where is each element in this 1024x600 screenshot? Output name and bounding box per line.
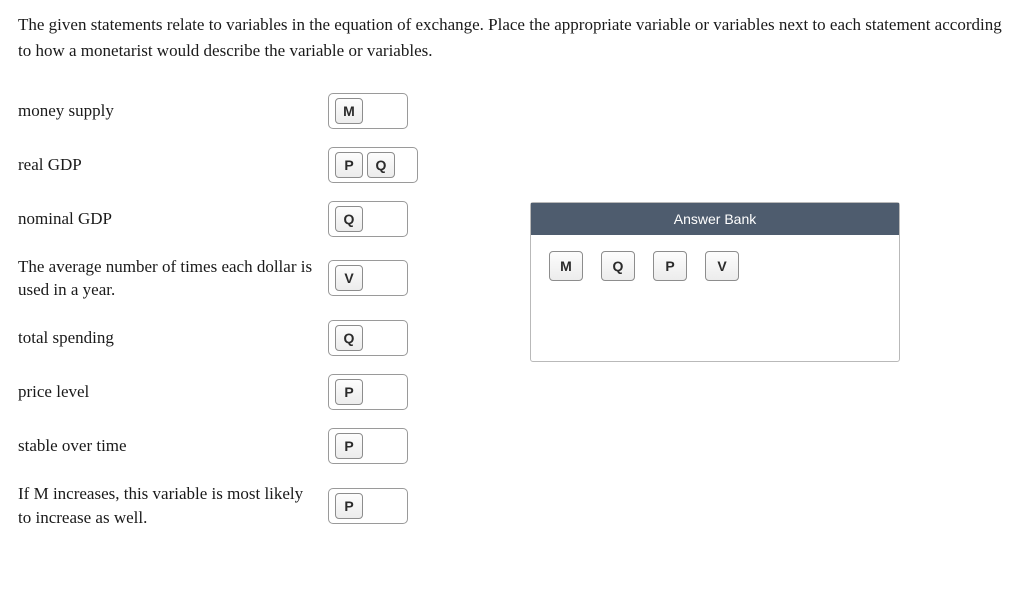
statement-label: price level	[18, 380, 328, 404]
variable-tile[interactable]: P	[335, 152, 363, 178]
row-money-supply: money supply M	[18, 93, 1006, 129]
dropzone[interactable]: P	[328, 488, 408, 524]
row-stable-over-time: stable over time P	[18, 428, 1006, 464]
dropzone[interactable]: M	[328, 93, 408, 129]
variable-tile[interactable]: M	[335, 98, 363, 124]
answer-bank-title: Answer Bank	[531, 203, 899, 235]
variable-tile[interactable]: Q	[367, 152, 395, 178]
variable-tile[interactable]: P	[335, 433, 363, 459]
dropzone[interactable]: P	[328, 374, 408, 410]
dropzone[interactable]: Q	[328, 201, 408, 237]
statement-label: total spending	[18, 326, 328, 350]
dropzone[interactable]: Q	[328, 320, 408, 356]
bank-tile-m[interactable]: M	[549, 251, 583, 281]
variable-tile[interactable]: P	[335, 493, 363, 519]
instructions-text: The given statements relate to variables…	[18, 12, 1006, 65]
variable-tile[interactable]: Q	[335, 206, 363, 232]
variable-tile[interactable]: P	[335, 379, 363, 405]
statement-label: The average number of times each dollar …	[18, 255, 328, 303]
row-real-gdp: real GDP P Q	[18, 147, 1006, 183]
bank-tile-p[interactable]: P	[653, 251, 687, 281]
row-m-increases: If M increases, this variable is most li…	[18, 482, 1006, 530]
answer-bank-body[interactable]: M Q P V	[531, 235, 899, 361]
variable-tile[interactable]: V	[335, 265, 363, 291]
answer-bank: Answer Bank M Q P V	[530, 202, 900, 362]
bank-tile-v[interactable]: V	[705, 251, 739, 281]
statement-label: stable over time	[18, 434, 328, 458]
dropzone[interactable]: V	[328, 260, 408, 296]
dropzone[interactable]: P Q	[328, 147, 418, 183]
statement-label: real GDP	[18, 153, 328, 177]
dropzone[interactable]: P	[328, 428, 408, 464]
statement-label: nominal GDP	[18, 207, 328, 231]
row-price-level: price level P	[18, 374, 1006, 410]
statement-label: money supply	[18, 99, 328, 123]
variable-tile[interactable]: Q	[335, 325, 363, 351]
bank-tile-q[interactable]: Q	[601, 251, 635, 281]
statement-label: If M increases, this variable is most li…	[18, 482, 328, 530]
